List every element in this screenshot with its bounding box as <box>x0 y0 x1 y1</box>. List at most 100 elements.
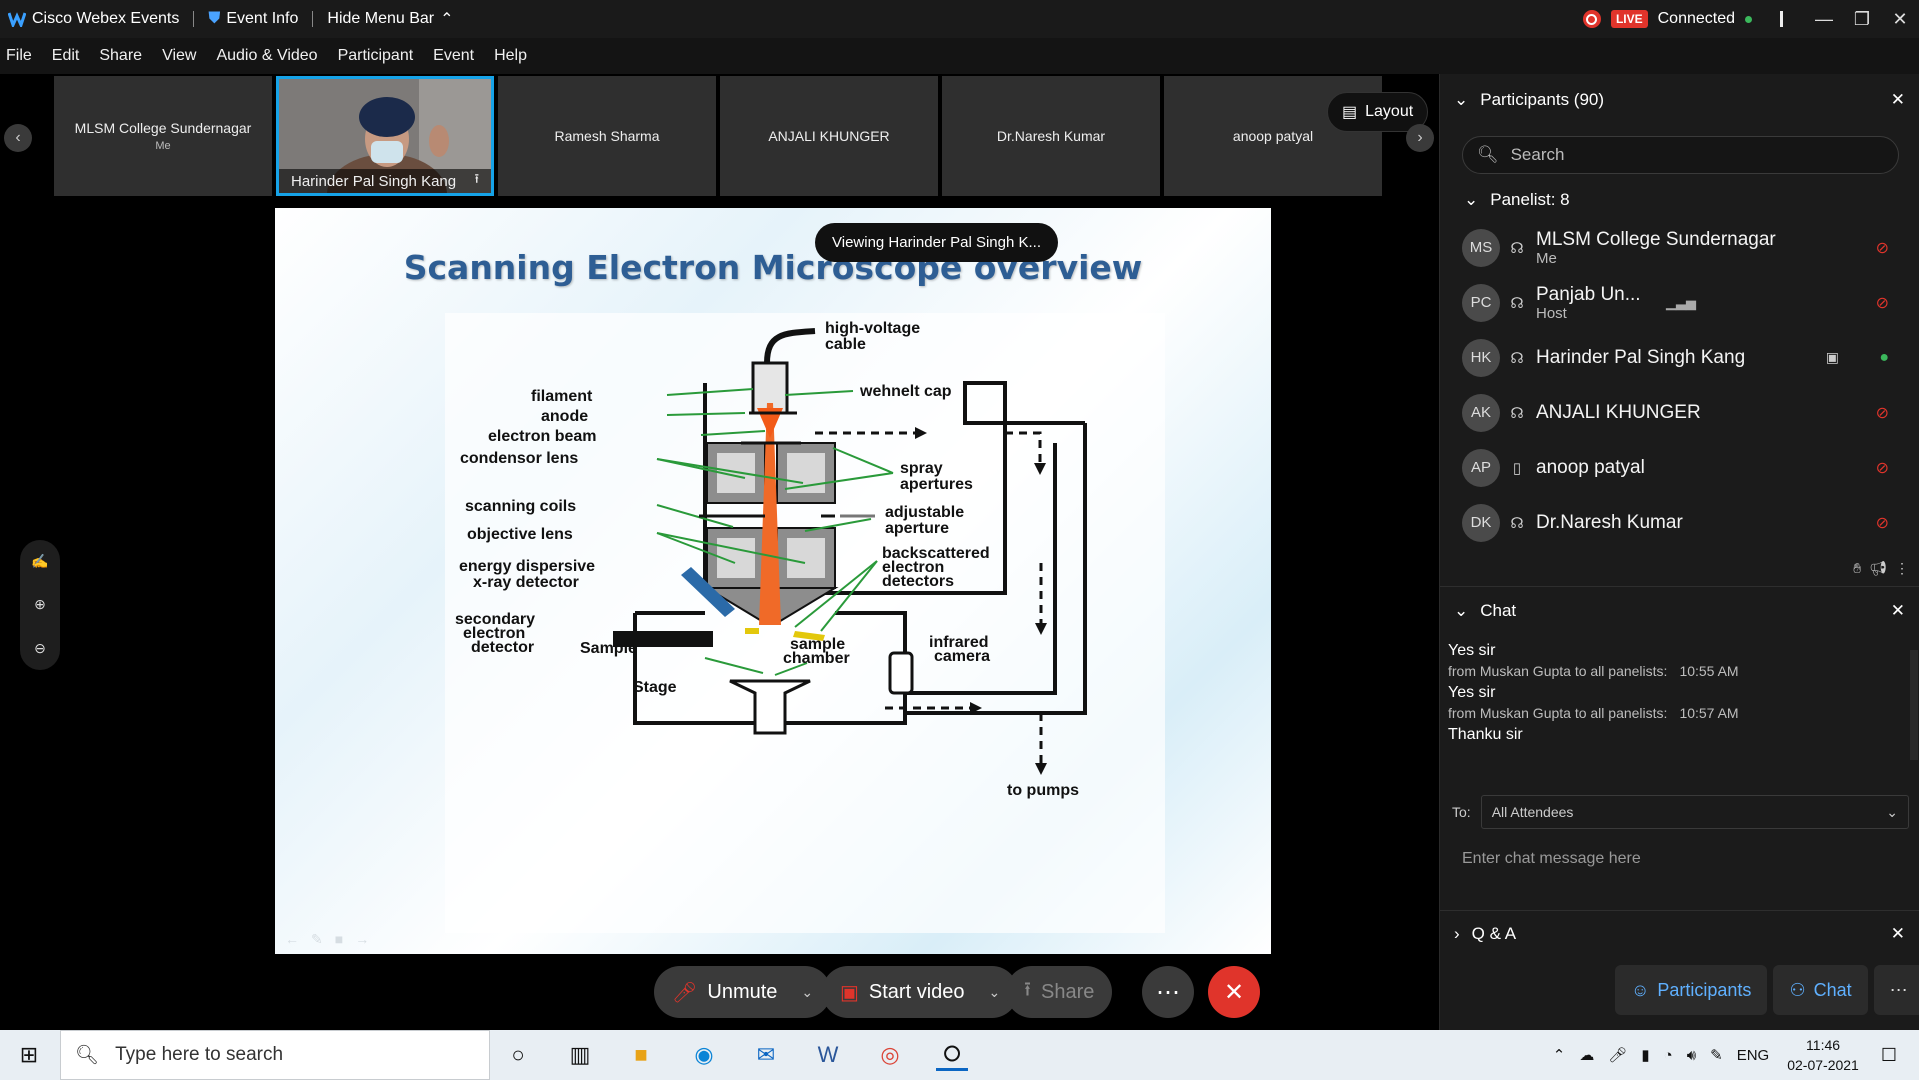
word-icon[interactable]: W <box>812 1039 844 1071</box>
menu-view[interactable]: View <box>162 47 196 65</box>
volume-icon[interactable]: 🔊︎ <box>1687 1047 1696 1064</box>
menu-share[interactable]: Share <box>99 47 142 65</box>
layout-icon: ▤ <box>1342 104 1358 121</box>
menu-edit[interactable]: Edit <box>52 47 80 65</box>
headset-icon: ☊ <box>1510 239 1524 257</box>
pen-icon[interactable]: ✎ <box>311 931 323 948</box>
edge-icon[interactable]: ◉ <box>688 1039 720 1071</box>
qa-header[interactable]: › Q & A ✕ <box>1440 910 1919 956</box>
strip-prev-icon[interactable]: ‹ <box>4 124 32 152</box>
signal-icon: ▁▃▅ <box>1666 294 1696 310</box>
live-badge: LIVE <box>1610 10 1648 28</box>
participants-search[interactable]: 🔍︎ Search <box>1462 136 1899 174</box>
hide-menu-label: Hide Menu Bar <box>327 10 435 27</box>
share-button[interactable]: ⭱ Share <box>1006 966 1113 1018</box>
mic-muted-icon: ⊘ <box>1875 459 1889 477</box>
label-sample: Sample <box>580 640 637 657</box>
app-brand: Cisco Webex Events <box>0 10 179 28</box>
participant-role: Me <box>1536 249 1557 267</box>
chat-time: 10:57 AM <box>1679 705 1739 721</box>
chat-meta: from Muskan Gupta to all panelists: 10:57… <box>1440 703 1919 724</box>
participants-tab[interactable]: ☺ Participants <box>1615 965 1768 1015</box>
menu-icon[interactable]: ■ <box>335 931 343 948</box>
panelist-group-header[interactable]: ⌄ Panelist: 8 <box>1440 180 1919 220</box>
tile-name: Harinder Pal Singh Kang <box>291 172 457 190</box>
chevron-down-icon[interactable]: ⌄ <box>989 984 1001 1001</box>
chat-input[interactable]: Enter chat message here <box>1462 844 1902 874</box>
video-tile[interactable]: ANJALI KHUNGER <box>720 76 938 196</box>
more-icon[interactable]: ⋮ <box>1895 560 1909 577</box>
clock[interactable]: 11:46 02-07-2021 <box>1787 1035 1859 1075</box>
close-chat-icon[interactable]: ✕ <box>1891 601 1905 621</box>
video-off-icon: ▣ <box>840 981 859 1004</box>
participant-row[interactable]: AP ▯ anoop patyal ⊘ <box>1440 440 1919 495</box>
close-participants-icon[interactable]: ✕ <box>1891 90 1905 110</box>
presentation-slide: Scanning Electron Microscope overview Vi… <box>275 208 1271 954</box>
participant-row[interactable]: HK ☊ Harinder Pal Singh Kang ▣ ● <box>1440 330 1919 385</box>
menu-event[interactable]: Event <box>433 47 474 65</box>
chat-sender: from Muskan Gupta to all panelists: <box>1448 663 1668 679</box>
recipient-select[interactable]: All Attendees ⌄ <box>1480 795 1909 829</box>
participant-row[interactable]: AK ☊ ANJALI KHUNGER ⊘ <box>1440 385 1919 440</box>
cortana-icon[interactable]: ○ <box>502 1039 534 1071</box>
chevron-down-icon[interactable]: ⌄ <box>801 984 813 1001</box>
menu-file[interactable]: File <box>6 47 32 65</box>
notifications-icon[interactable]: ☐ <box>1881 1045 1897 1066</box>
language-indicator[interactable]: ENG <box>1737 1047 1770 1064</box>
slide-prev-icon[interactable]: ← <box>285 931 299 948</box>
file-explorer-icon[interactable]: ■ <box>625 1039 657 1071</box>
more-vertical-icon[interactable] <box>1780 11 1783 27</box>
webex-taskbar-icon[interactable]: ⭘ <box>936 1039 968 1071</box>
mail-icon[interactable]: ✉ <box>750 1039 782 1071</box>
video-tile-active-speaker[interactable]: Harinder Pal Singh Kang ⭱ <box>276 76 494 196</box>
chevron-up-icon[interactable]: ⌃ <box>1553 1046 1566 1064</box>
chat-tab[interactable]: ⚇ Chat <box>1773 965 1868 1015</box>
participant-actions: ✋︎ 📢︎ ⋮ <box>1853 560 1909 577</box>
menu-audio-video[interactable]: Audio & Video <box>216 47 317 65</box>
hide-menu-bar-button[interactable]: Hide Menu Bar ⌃ <box>327 9 453 29</box>
participant-row[interactable]: PC ☊ Panjab Un... Host ▁▃▅ ⊘ <box>1440 275 1919 330</box>
megaphone-icon[interactable]: 📢︎ <box>1869 560 1887 577</box>
raise-hand-icon[interactable]: ✋︎ <box>1853 560 1861 577</box>
participants-header[interactable]: ⌄ Participants (90) ✕ <box>1440 74 1919 126</box>
strip-next-icon[interactable]: › <box>1406 124 1434 152</box>
participants-tab-label: Participants <box>1657 979 1752 1000</box>
menu-participant[interactable]: Participant <box>338 47 414 65</box>
windows-start-icon[interactable]: ⊞ <box>13 1039 45 1071</box>
label-edx-1: energy dispersive <box>459 558 595 575</box>
video-tile[interactable]: Ramesh Sharma <box>498 76 716 196</box>
annotate-icon[interactable]: ✍ <box>31 553 48 570</box>
label-to-pumps: to pumps <box>1007 782 1079 799</box>
participant-row[interactable]: MS ☊ MLSM College Sundernagar Me ⊘ <box>1440 220 1919 275</box>
chat-scrollbar[interactable] <box>1910 650 1918 760</box>
menu-help[interactable]: Help <box>494 47 527 65</box>
taskbar-search[interactable]: 🔍︎ Type here to search <box>60 1030 490 1080</box>
slide-next-icon[interactable]: → <box>355 931 369 948</box>
side-panel: ⌄ Participants (90) ✕ 🔍︎ Search ⌄ Paneli… <box>1439 74 1919 1030</box>
restore-icon[interactable]: ❐ <box>1843 0 1881 38</box>
chrome-icon[interactable]: ◎ <box>874 1039 906 1071</box>
panel-more-icon[interactable]: ⋯ <box>1873 965 1919 1015</box>
minimize-icon[interactable]: — <box>1805 0 1843 38</box>
close-qa-icon[interactable]: ✕ <box>1891 924 1905 944</box>
video-tile[interactable]: Dr.Naresh Kumar <box>942 76 1160 196</box>
battery-icon[interactable]: ▮ <box>1641 1046 1649 1064</box>
start-video-button[interactable]: ▣ Start video ⌄ <box>822 966 1019 1018</box>
clock-time: 11:46 <box>1806 1037 1841 1053</box>
onedrive-icon[interactable]: ☁ <box>1579 1046 1594 1064</box>
zoom-in-icon[interactable]: ⊕ <box>34 596 46 613</box>
task-view-icon[interactable]: ▥ <box>564 1039 596 1071</box>
chat-header[interactable]: ⌄ Chat ✕ <box>1440 586 1919 634</box>
participant-row[interactable]: DK ☊ Dr.Naresh Kumar ⊘ <box>1440 495 1919 550</box>
pen-tray-icon[interactable]: ✎ <box>1710 1046 1723 1064</box>
more-options-icon[interactable]: ⋯ <box>1142 966 1194 1018</box>
leave-icon[interactable]: ✕ <box>1208 966 1260 1018</box>
close-window-icon[interactable]: ✕ <box>1881 0 1919 38</box>
label-wehnelt: wehnelt cap <box>859 383 952 400</box>
microphone-icon[interactable]: 🎤︎ <box>1608 1046 1627 1064</box>
video-tile[interactable]: MLSM College Sundernagar Me <box>54 76 272 196</box>
zoom-out-icon[interactable]: ⊖ <box>34 640 46 657</box>
event-info-button[interactable]: ⛊ Event Info <box>208 10 298 28</box>
wifi-icon[interactable]: ◔ <box>1664 1047 1673 1064</box>
unmute-button[interactable]: 🎤︎ Unmute ⌄ <box>654 966 832 1018</box>
